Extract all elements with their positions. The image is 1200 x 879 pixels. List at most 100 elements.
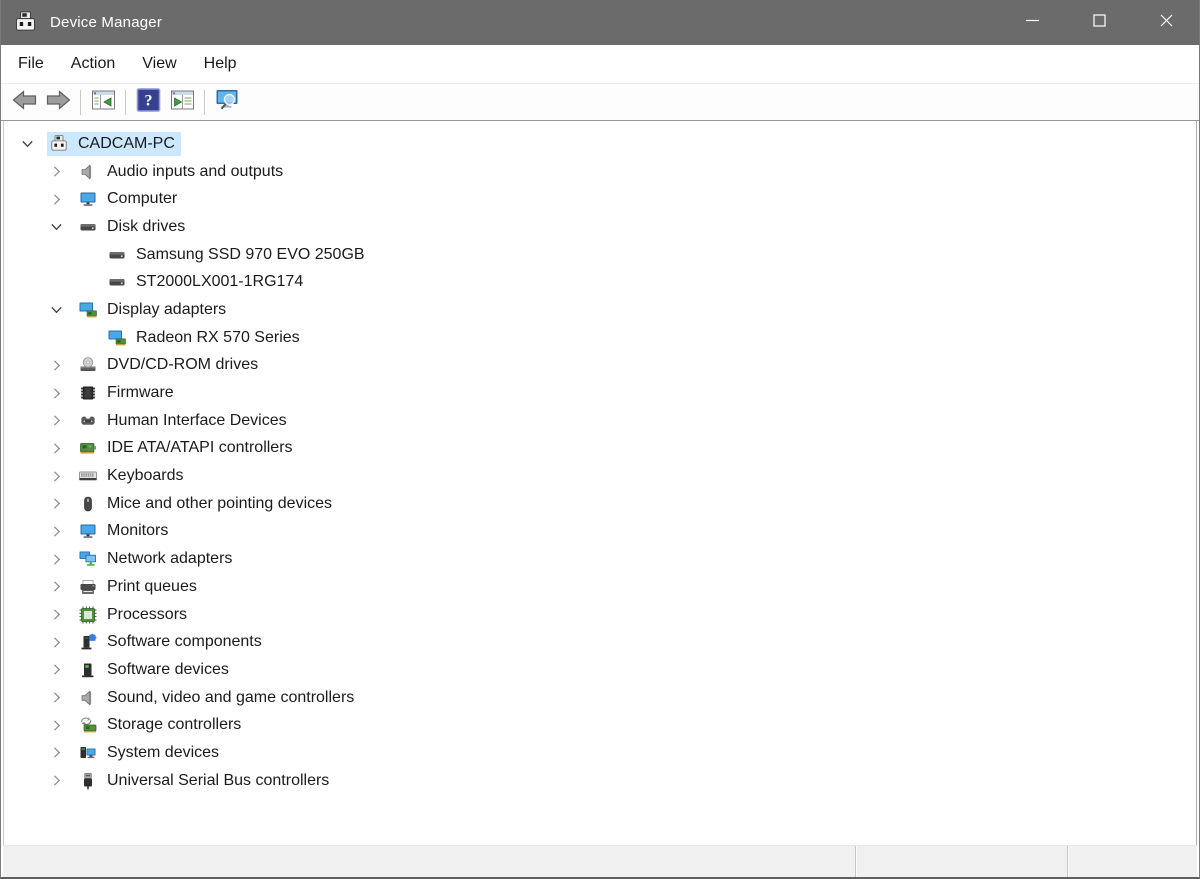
close-button[interactable] [1133,0,1200,45]
toggle-action-pane-button[interactable] [165,87,199,117]
window-pane-icon [169,88,196,117]
chevron-spacer [77,272,105,292]
row-content: Keyboards [76,464,190,488]
chevron-right-icon[interactable] [48,494,76,514]
row-content: Mice and other pointing devices [76,492,338,516]
menu-help[interactable]: Help [204,55,237,73]
chevron-right-icon[interactable] [48,771,76,791]
tree-item-st2000lx001-1rg174[interactable]: ST2000LX001-1RG174 [4,268,1196,296]
close-icon [1159,13,1174,33]
tree-item-label: System devices [107,744,219,762]
row-content: Computer [76,187,183,211]
tree-item-radeon-rx-570-series[interactable]: Radeon RX 570 Series [4,324,1196,352]
chevron-right-icon[interactable] [48,162,76,182]
tree-item-software-devices[interactable]: Software devices [4,656,1196,684]
chevron-right-icon[interactable] [48,743,76,763]
tree-item-software-components[interactable]: Software components [4,628,1196,656]
hid-icon [78,411,98,431]
status-section [1071,846,1197,877]
tree-item-system-devices[interactable]: System devices [4,739,1196,767]
chevron-right-icon[interactable] [48,189,76,209]
window-title: Device Manager [50,14,162,31]
keyboard-icon [78,466,98,486]
chevron-right-icon[interactable] [48,466,76,486]
tree-item-disk-drives[interactable]: Disk drives [4,213,1196,241]
row-content: Storage controllers [76,713,247,737]
chevron-right-icon[interactable] [48,438,76,458]
tree-item-print-queues[interactable]: Print queues [4,573,1196,601]
tree-item-display-adapters[interactable]: Display adapters [4,296,1196,324]
chevron-right-icon[interactable] [48,605,76,625]
speaker-icon [78,688,98,708]
tree-item-storage-controllers[interactable]: Storage controllers [4,711,1196,739]
chevron-right-icon[interactable] [48,521,76,541]
scan-hardware-changes-button[interactable] [210,87,244,117]
tree-item-label: Radeon RX 570 Series [136,329,300,347]
tree-item-label: ST2000LX001-1RG174 [136,273,303,291]
tree-item-sound-video-and-game-controllers[interactable]: Sound, video and game controllers [4,684,1196,712]
row-content: Print queues [76,575,203,599]
chevron-right-icon[interactable] [48,660,76,680]
tree-item-firmware[interactable]: Firmware [4,379,1196,407]
tree-item-human-interface-devices[interactable]: Human Interface Devices [4,407,1196,435]
chevron-right-icon[interactable] [48,715,76,735]
menu-action[interactable]: Action [71,55,115,73]
chevron-right-icon[interactable] [48,632,76,652]
chevron-down-icon[interactable] [48,300,76,320]
maximize-button[interactable] [1066,0,1133,45]
dvd-icon [78,355,98,375]
tree-item-processors[interactable]: Processors [4,601,1196,629]
tree-item-mice-and-other-pointing-devices[interactable]: Mice and other pointing devices [4,490,1196,518]
menu-file[interactable]: File [18,55,44,73]
menu-bar: File Action View Help [1,45,1199,84]
forward-button[interactable] [41,87,75,117]
tree-item-computer[interactable]: Computer [4,185,1196,213]
tree-item-label: Samsung SSD 970 EVO 250GB [136,246,365,264]
help-icon: ? [135,88,162,117]
chevron-right-icon[interactable] [48,383,76,403]
menu-view[interactable]: View [142,55,176,73]
device-tree: CADCAM-PCAudio inputs and outputsCompute… [3,121,1197,845]
tree-item-samsung-ssd-970-evo-250gb[interactable]: Samsung SSD 970 EVO 250GB [4,241,1196,269]
tree-item-label: Firmware [107,384,174,402]
back-button[interactable] [7,87,41,117]
window-tree-icon [90,88,117,117]
chevron-right-icon[interactable] [48,549,76,569]
tree-item-label: Mice and other pointing devices [107,495,332,513]
chevron-right-icon[interactable] [48,688,76,708]
tree-item-monitors[interactable]: Monitors [4,518,1196,546]
title-bar: Device Manager [0,0,1200,45]
row-content: IDE ATA/ATAPI controllers [76,436,299,460]
chevron-down-icon[interactable] [48,217,76,237]
tree-item-network-adapters[interactable]: Network adapters [4,545,1196,573]
row-content: ST2000LX001-1RG174 [105,270,309,294]
chevron-right-icon[interactable] [48,355,76,375]
monitor-icon [78,189,98,209]
tree-item-dvd-cd-rom-drives[interactable]: DVD/CD-ROM drives [4,352,1196,380]
minimize-button[interactable] [999,0,1066,45]
tree-item-ide-ata-atapi-controllers[interactable]: IDE ATA/ATAPI controllers [4,435,1196,463]
tree-item-audio-inputs-and-outputs[interactable]: Audio inputs and outputs [4,158,1196,186]
tree-item-label: DVD/CD-ROM drives [107,356,258,374]
toolbar-separator [80,90,81,115]
chevron-right-icon[interactable] [48,577,76,597]
chevron-spacer [77,245,105,265]
tree-item-label: Print queues [107,578,197,596]
tree-item-label: IDE ATA/ATAPI controllers [107,439,293,457]
row-content: Disk drives [76,215,191,239]
help-button[interactable]: ? [131,87,165,117]
toggle-console-tree-button[interactable] [86,87,120,117]
tree-item-label: Human Interface Devices [107,412,287,430]
tree-item-keyboards[interactable]: Keyboards [4,462,1196,490]
disk-icon [107,245,127,265]
row-content: Universal Serial Bus controllers [76,769,335,793]
chevron-down-icon[interactable] [19,134,47,154]
tree-item-universal-serial-bus-controllers[interactable]: Universal Serial Bus controllers [4,767,1196,795]
disk-icon [78,217,98,237]
tree-item-label: Storage controllers [107,716,241,734]
tree-item-label: Monitors [107,522,168,540]
tree-item-cadcam-pc[interactable]: CADCAM-PC [4,130,1196,158]
row-content: Radeon RX 570 Series [105,326,306,350]
tree-item-label: Sound, video and game controllers [107,689,354,707]
chevron-right-icon[interactable] [48,411,76,431]
